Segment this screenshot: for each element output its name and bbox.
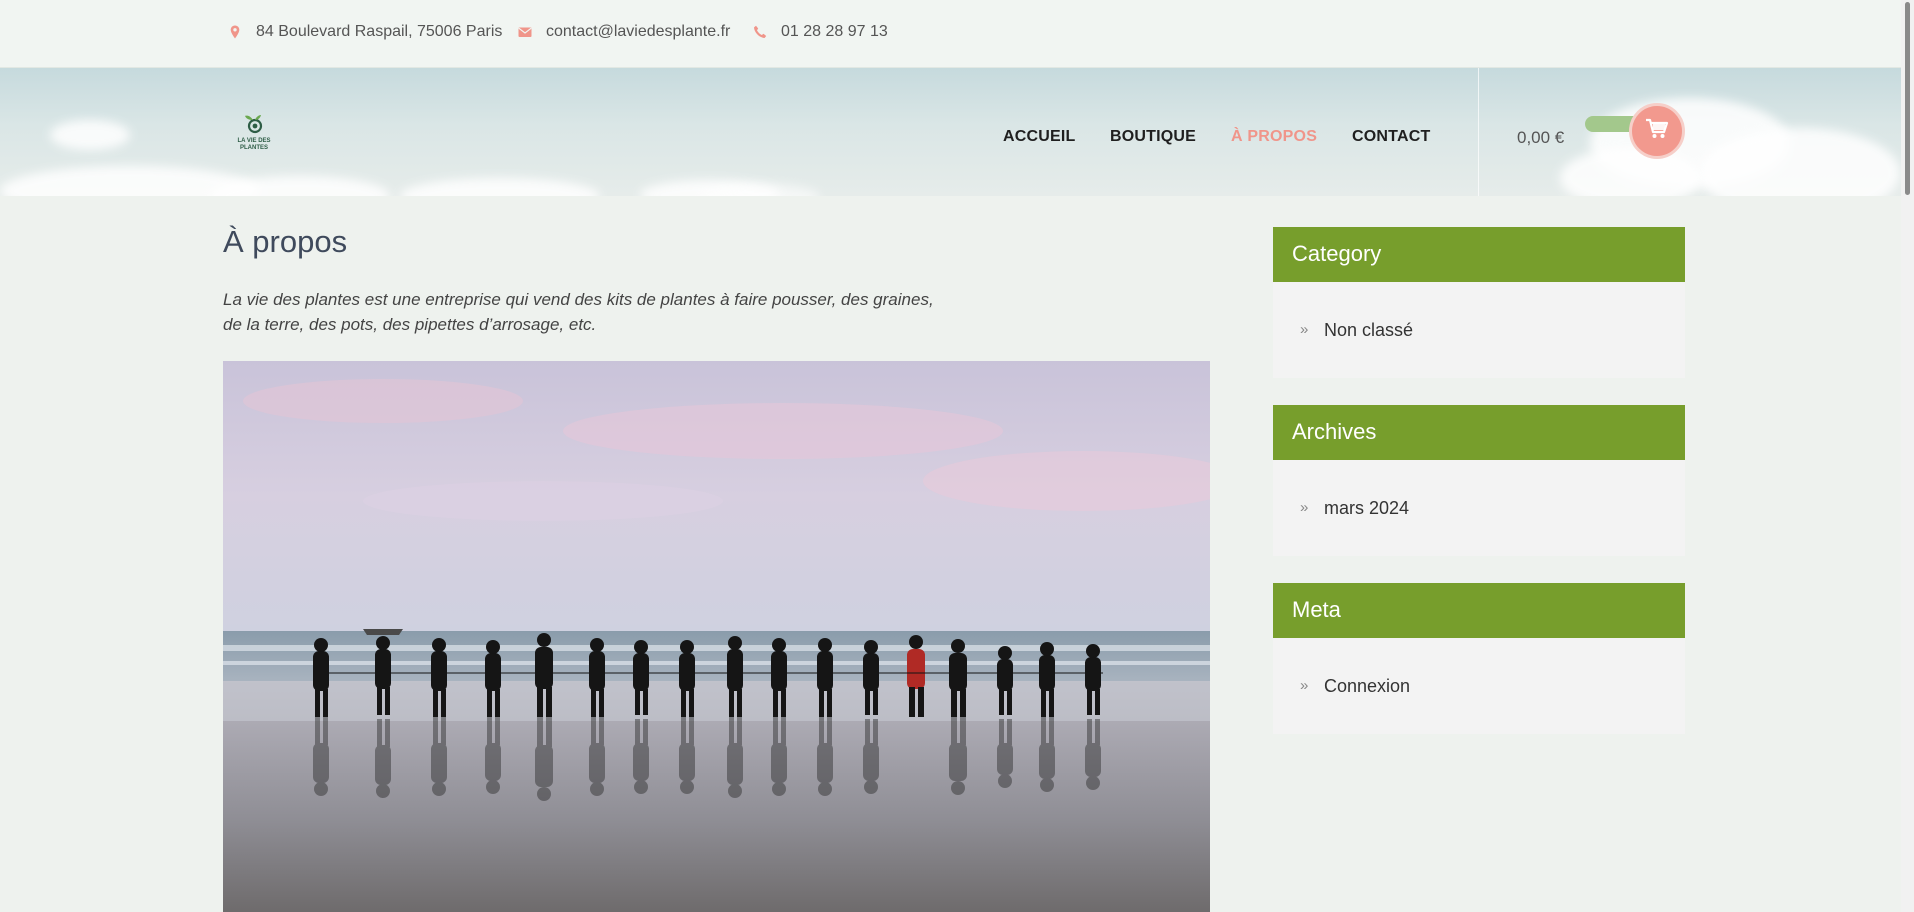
site-header: LA VIE DES PLANTES ACCUEIL BOUTIQUE À PR… [0,68,1914,196]
page-title: À propos [223,224,348,259]
top-info-bar: 84 Boulevard Raspail, 75006 Paris contac… [0,0,1914,68]
category-link[interactable]: Non classé [1324,320,1413,341]
address-item: 84 Boulevard Raspail, 75006 Paris [228,23,502,41]
logo-text: LA VIE DES PLANTES [237,138,271,151]
chevron-double-right-icon: » [1300,677,1309,694]
phone-link[interactable]: 01 28 28 97 13 [781,23,888,41]
address-text: 84 Boulevard Raspail, 75006 Paris [256,23,503,40]
email-link[interactable]: contact@laviedesplante.fr [546,23,730,41]
intro-line-2: de la terre, des pots, des pipettes d’ar… [223,315,597,334]
nav-accueil[interactable]: ACCUEIL [1003,128,1076,146]
intro-line-1: La vie des plantes est une entreprise qu… [223,290,934,309]
page-scrollbar[interactable] [1901,0,1914,912]
login-link[interactable]: Connexion [1324,676,1410,697]
scrollbar-thumb[interactable] [1905,2,1910,195]
widget-title: Meta [1273,583,1685,638]
cart-total[interactable]: 0,00 € [1517,128,1564,148]
nav-contact[interactable]: CONTACT [1352,128,1430,146]
archive-link[interactable]: mars 2024 [1324,498,1409,519]
widget-title: Category [1273,227,1685,282]
cart-icon [1645,118,1669,145]
nav-boutique[interactable]: BOUTIQUE [1110,128,1196,146]
widget-meta: Meta » Connexion [1273,583,1685,734]
envelope-icon [518,25,532,39]
widget-title: Archives [1273,405,1685,460]
map-pin-icon [228,25,242,39]
intro-text: La vie des plantes est une entreprise qu… [223,287,983,337]
beach-group-photo [223,361,1210,912]
phone-item[interactable]: 01 28 28 97 13 [753,23,888,41]
chevron-double-right-icon: » [1300,321,1309,338]
chevron-double-right-icon: » [1300,499,1309,516]
cart-button[interactable] [1629,103,1685,159]
nav-a-propos[interactable]: À PROPOS [1231,128,1317,146]
header-divider [1478,68,1479,196]
widget-category: Category » Non classé [1273,227,1685,378]
email-item[interactable]: contact@laviedesplante.fr [518,23,730,41]
widget-archives: Archives » mars 2024 [1273,405,1685,556]
phone-icon [753,25,767,39]
